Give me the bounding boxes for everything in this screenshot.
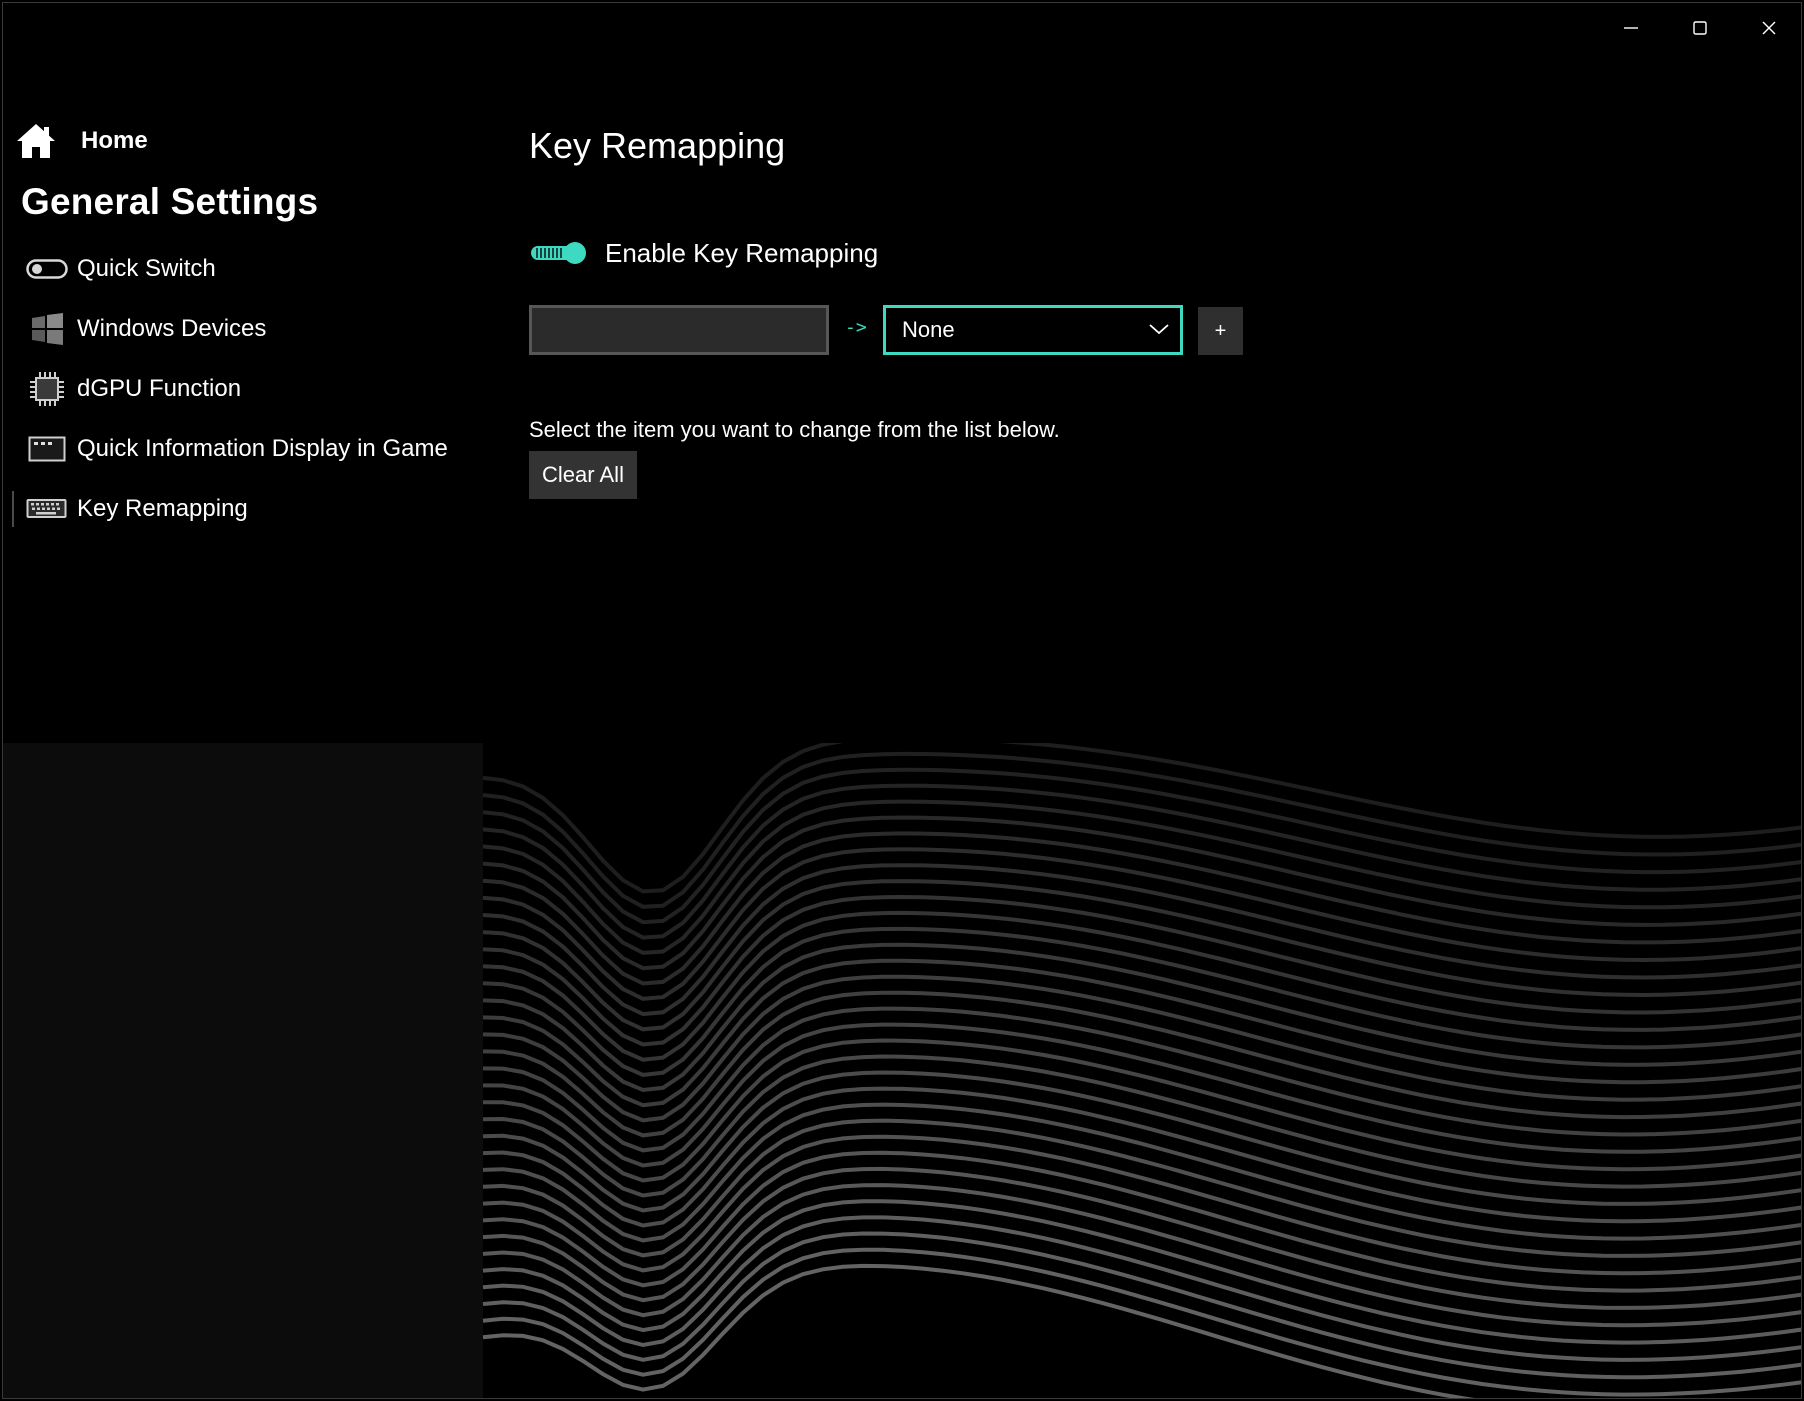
minimize-button[interactable] (1596, 3, 1665, 53)
chip-icon (25, 369, 69, 409)
wave-line (482, 974, 1801, 1123)
home-nav[interactable]: Home (15, 121, 148, 161)
target-key-select[interactable]: None (883, 305, 1183, 355)
wave-line (482, 1134, 1801, 1276)
keyboard-icon (25, 489, 69, 529)
minimize-icon (1623, 27, 1638, 29)
wave-line (482, 1022, 1801, 1168)
clear-all-button[interactable]: Clear All (529, 451, 637, 499)
enable-key-remapping-label: Enable Key Remapping (605, 237, 879, 268)
wave-line (482, 942, 1801, 1093)
wave-line (482, 767, 1801, 925)
wave-line (482, 1054, 1801, 1198)
target-key-value: None (902, 317, 955, 342)
page-title: Key Remapping (529, 125, 786, 166)
wave-line (482, 743, 1801, 894)
sidebar-item-label: Key Remapping (77, 495, 248, 522)
wave-line (482, 894, 1801, 1047)
wave-line (482, 1086, 1801, 1228)
toggle-icon (25, 249, 69, 289)
wave-line (482, 863, 1801, 1017)
home-label: Home (81, 127, 148, 154)
enable-key-remapping-toggle[interactable] (529, 241, 589, 265)
sidebar-item-quick-switch[interactable]: Quick Switch (15, 245, 485, 293)
wave-line (482, 926, 1801, 1077)
wave-line (482, 847, 1801, 1001)
wave-line (482, 1102, 1801, 1243)
app-window: Home General Settings Quick Switch Windo… (2, 2, 1802, 1399)
sidebar-item-quick-information-display[interactable]: Quick Information Display in Game (15, 425, 485, 473)
wave-line (482, 831, 1801, 986)
maximize-button[interactable] (1665, 3, 1734, 53)
wave-line (482, 1183, 1801, 1328)
close-icon (1762, 21, 1775, 35)
enable-key-remapping-row: Enable Key Remapping (529, 233, 878, 273)
wave-line (482, 1166, 1801, 1310)
wave-line (483, 1038, 1801, 1183)
close-button[interactable] (1734, 3, 1801, 53)
section-title: General Settings (21, 181, 319, 222)
windows-icon (25, 309, 69, 349)
home-icon (17, 124, 55, 158)
wave-line (482, 958, 1801, 1108)
sidebar-item-label: dGPU Function (77, 375, 242, 402)
wave-line (482, 910, 1801, 1062)
wave-line (482, 1247, 1801, 1397)
sidebar-item-label: Quick Information Display in Game (77, 435, 448, 462)
add-mapping-button[interactable]: + (1198, 307, 1243, 355)
wave-line (482, 799, 1801, 955)
wave-line (482, 879, 1801, 1032)
wave-line (482, 1199, 1801, 1345)
wave-line (482, 1118, 1801, 1258)
wave-line (482, 783, 1801, 940)
wave-line (482, 1150, 1801, 1293)
wave-line (482, 1070, 1801, 1213)
wave-line (482, 1215, 1801, 1362)
source-key-input[interactable] (529, 305, 829, 355)
wave-line (482, 815, 1801, 971)
remap-arrow: -> (845, 317, 867, 338)
display-icon (25, 429, 69, 469)
sidebar-item-key-remapping[interactable]: Key Remapping (12, 485, 485, 533)
instruction-text: Select the item you want to change from … (529, 417, 1060, 442)
wave-line (482, 990, 1801, 1138)
background-wave-decoration (3, 743, 1801, 1398)
wave-line (482, 751, 1801, 909)
wave-line (482, 1231, 1801, 1380)
sidebar-item-dgpu-function[interactable]: dGPU Function (15, 365, 485, 413)
wave-line (482, 1006, 1801, 1153)
sidebar-item-label: Quick Switch (77, 255, 216, 282)
wave-line (482, 1263, 1801, 1398)
chevron-down-icon (1149, 324, 1169, 335)
sidebar-item-windows-devices[interactable]: Windows Devices (15, 305, 485, 353)
wave-shadow (3, 743, 483, 1398)
maximize-icon (1692, 21, 1707, 35)
sidebar-item-label: Windows Devices (77, 315, 267, 342)
